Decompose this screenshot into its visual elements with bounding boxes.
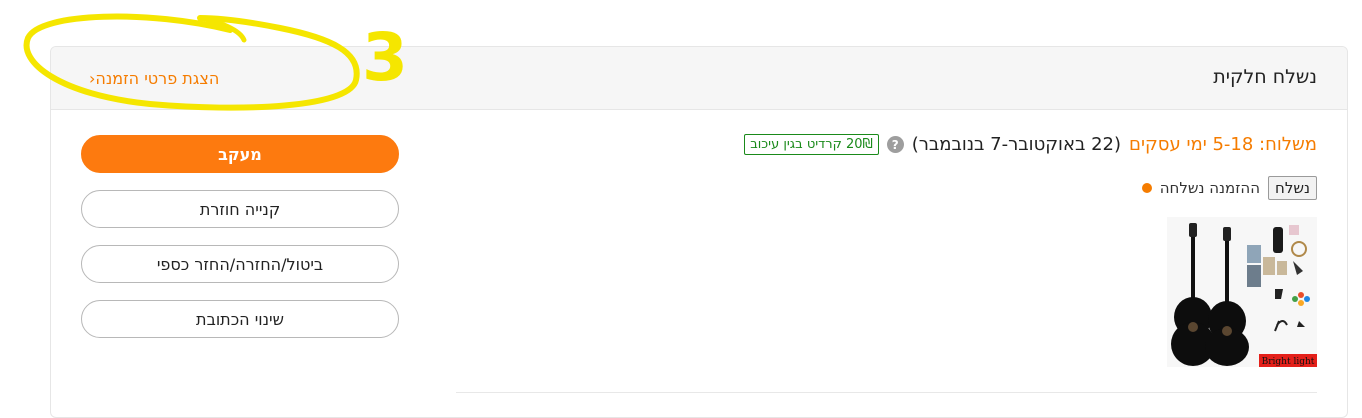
image-caption-text: Bright light bbox=[1262, 357, 1315, 367]
order-status-line: נשלח ההזמנה נשלחה bbox=[1141, 176, 1317, 200]
order-shipped-text: ההזמנה נשלחה bbox=[1159, 179, 1261, 197]
credit-text: קרדיט בגין עיכוב bbox=[750, 137, 842, 152]
shipping-info: משלוח: 5-18 ימי עסקים (22 באוקטובר-7 בנו… bbox=[744, 134, 1317, 155]
section-divider bbox=[456, 392, 1317, 393]
shipped-tag: נשלח bbox=[1268, 176, 1317, 200]
product-thumbnail[interactable]: Bright light bbox=[1167, 217, 1317, 367]
credit-amount: 20₪ bbox=[845, 137, 873, 152]
order-card-header: נשלח חלקית הצגת פרטי הזמנה ‹ bbox=[51, 47, 1347, 110]
buy-again-button[interactable]: קנייה חוזרת bbox=[81, 190, 399, 228]
chevron-left-icon: ‹ bbox=[89, 69, 96, 88]
track-button[interactable]: מעקב bbox=[81, 135, 399, 173]
order-card: נשלח חלקית הצגת פרטי הזמנה ‹ משלוח: 5-18… bbox=[50, 46, 1348, 418]
annotation-circle-tail bbox=[197, 15, 247, 43]
change-address-button[interactable]: שינוי הכתובת bbox=[81, 300, 399, 338]
status-dot-icon bbox=[1141, 183, 1152, 193]
details-link-label: הצגת פרטי הזמנה bbox=[95, 69, 220, 88]
delay-credit-badge: 20₪ קרדיט בגין עיכוב bbox=[744, 134, 879, 155]
shipping-time-label: משלוח: 5-18 ימי עסקים bbox=[1129, 134, 1317, 155]
order-status-title: נשלח חלקית bbox=[1213, 66, 1317, 88]
guitar-kit-image: Bright light bbox=[1167, 217, 1317, 367]
question-mark-icon[interactable]: ? bbox=[886, 136, 904, 153]
cancel-return-refund-button[interactable]: ביטול/החזרה/החזר כספי bbox=[81, 245, 399, 283]
shipping-dates: (22 באוקטובר-7 בנובמבר) bbox=[911, 134, 1122, 155]
view-order-details-link[interactable]: הצגת פרטי הזמנה ‹ bbox=[83, 69, 219, 88]
